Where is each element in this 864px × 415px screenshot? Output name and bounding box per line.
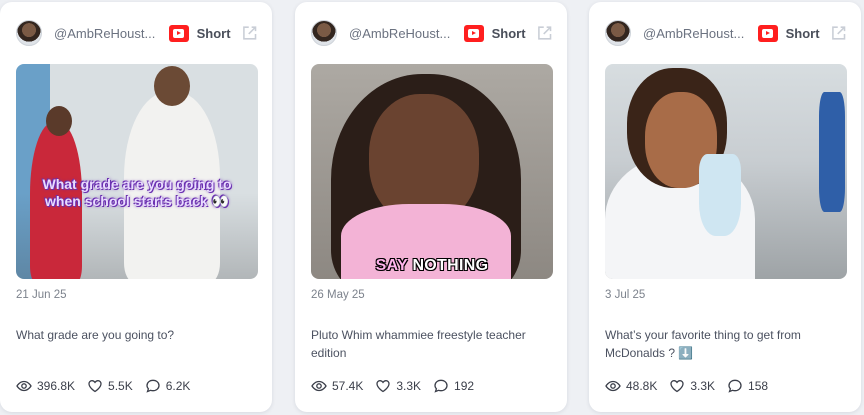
youtube-icon [168,24,189,42]
channel-handle[interactable]: @AmbReHoust... [643,26,746,41]
comment-icon [146,379,160,393]
engagement-stats: 396.8K 5.5K 6.2K [16,378,202,394]
comments-count: 192 [454,379,475,393]
card-header: @AmbReHoust... Short [605,18,847,48]
post-card[interactable]: @AmbReHoust... Short SAY NOTHING 26 May … [295,2,567,412]
views-stat: 48.8K [605,378,657,394]
likes-stat: 3.3K [669,378,715,394]
post-card[interactable]: @AmbReHoust... Short 3 Jul 25 What’s you… [589,2,861,412]
comments-count: 6.2K [165,379,191,393]
external-link-icon[interactable] [536,24,553,42]
post-description: What grade are you going to? [16,328,175,342]
video-thumbnail[interactable] [605,64,847,279]
likes-count: 3.3K [396,379,422,393]
avatar[interactable] [605,20,631,46]
thumbnail-figure [699,154,741,236]
thumbnail-caption: What grade are you going to when school … [42,176,232,209]
eye-icon [605,380,621,392]
eye-icon [16,380,32,392]
comments-stat: 158 [727,378,768,394]
comments-stat: 6.2K [145,378,191,394]
card-header: @AmbReHoust... Short [16,18,258,48]
heart-icon [88,380,102,393]
video-thumbnail[interactable]: SAY NOTHING [311,64,553,279]
likes-count: 3.3K [690,379,716,393]
caption-word: SAY [375,257,408,274]
external-link-icon[interactable] [241,24,258,42]
post-description: Pluto Whim whammiee freestyle teacher ed… [311,328,526,360]
post-card[interactable]: @AmbReHoust... Short What grade are you … [0,2,272,412]
avatar[interactable] [311,20,337,46]
card-header: @AmbReHoust... Short [311,18,553,48]
post-type-label: Short [785,25,820,41]
comment-icon [728,379,742,393]
caption-word: NOTHING [412,257,489,274]
external-link-icon[interactable] [830,24,847,42]
engagement-stats: 48.8K 3.3K 158 [605,378,780,394]
youtube-icon [463,24,484,42]
comment-icon [434,379,448,393]
avatar[interactable] [16,20,42,46]
thumbnail-caption: SAY NOTHING [311,256,553,275]
likes-count: 5.5K [108,379,133,393]
views-count: 48.8K [626,379,658,393]
eye-icon [311,380,327,392]
views-stat: 396.8K [16,378,75,394]
post-type-label: Short [196,25,231,41]
thumbnail-figure [46,106,72,136]
likes-stat: 5.5K [87,378,133,394]
comments-stat: 192 [433,378,474,394]
video-thumbnail[interactable]: What grade are you going to when school … [16,64,258,279]
comments-count: 158 [748,379,769,393]
thumbnail-figure [819,92,845,212]
heart-icon [376,380,391,393]
post-date: 21 Jun 25 [16,289,67,301]
post-date: 26 May 25 [311,289,365,301]
post-date: 3 Jul 25 [605,289,646,301]
thumbnail-figure [154,66,190,106]
channel-handle[interactable]: @AmbReHoust... [349,26,452,41]
engagement-stats: 57.4K 3.3K 192 [311,378,486,394]
views-stat: 57.4K [311,378,363,394]
views-count: 396.8K [37,379,76,393]
heart-icon [670,380,685,393]
post-description: What’s your favorite thing to get from M… [605,328,801,360]
likes-stat: 3.3K [375,378,421,394]
channel-handle[interactable]: @AmbReHoust... [54,26,157,41]
post-type-label: Short [491,25,526,41]
views-count: 57.4K [332,379,364,393]
youtube-icon [757,24,778,42]
